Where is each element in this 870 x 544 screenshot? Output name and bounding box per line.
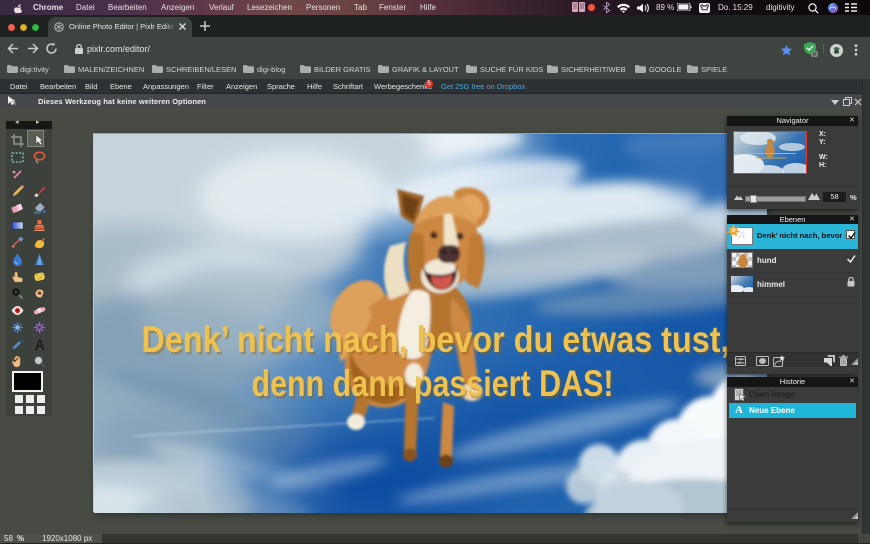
svg-text:denn dann passiert DAS!: denn dann passiert DAS!: [252, 363, 614, 404]
svg-text:Denk’ nicht nach, bevor du etw: Denk’ nicht nach, bevor du etwas tust,: [142, 319, 730, 360]
